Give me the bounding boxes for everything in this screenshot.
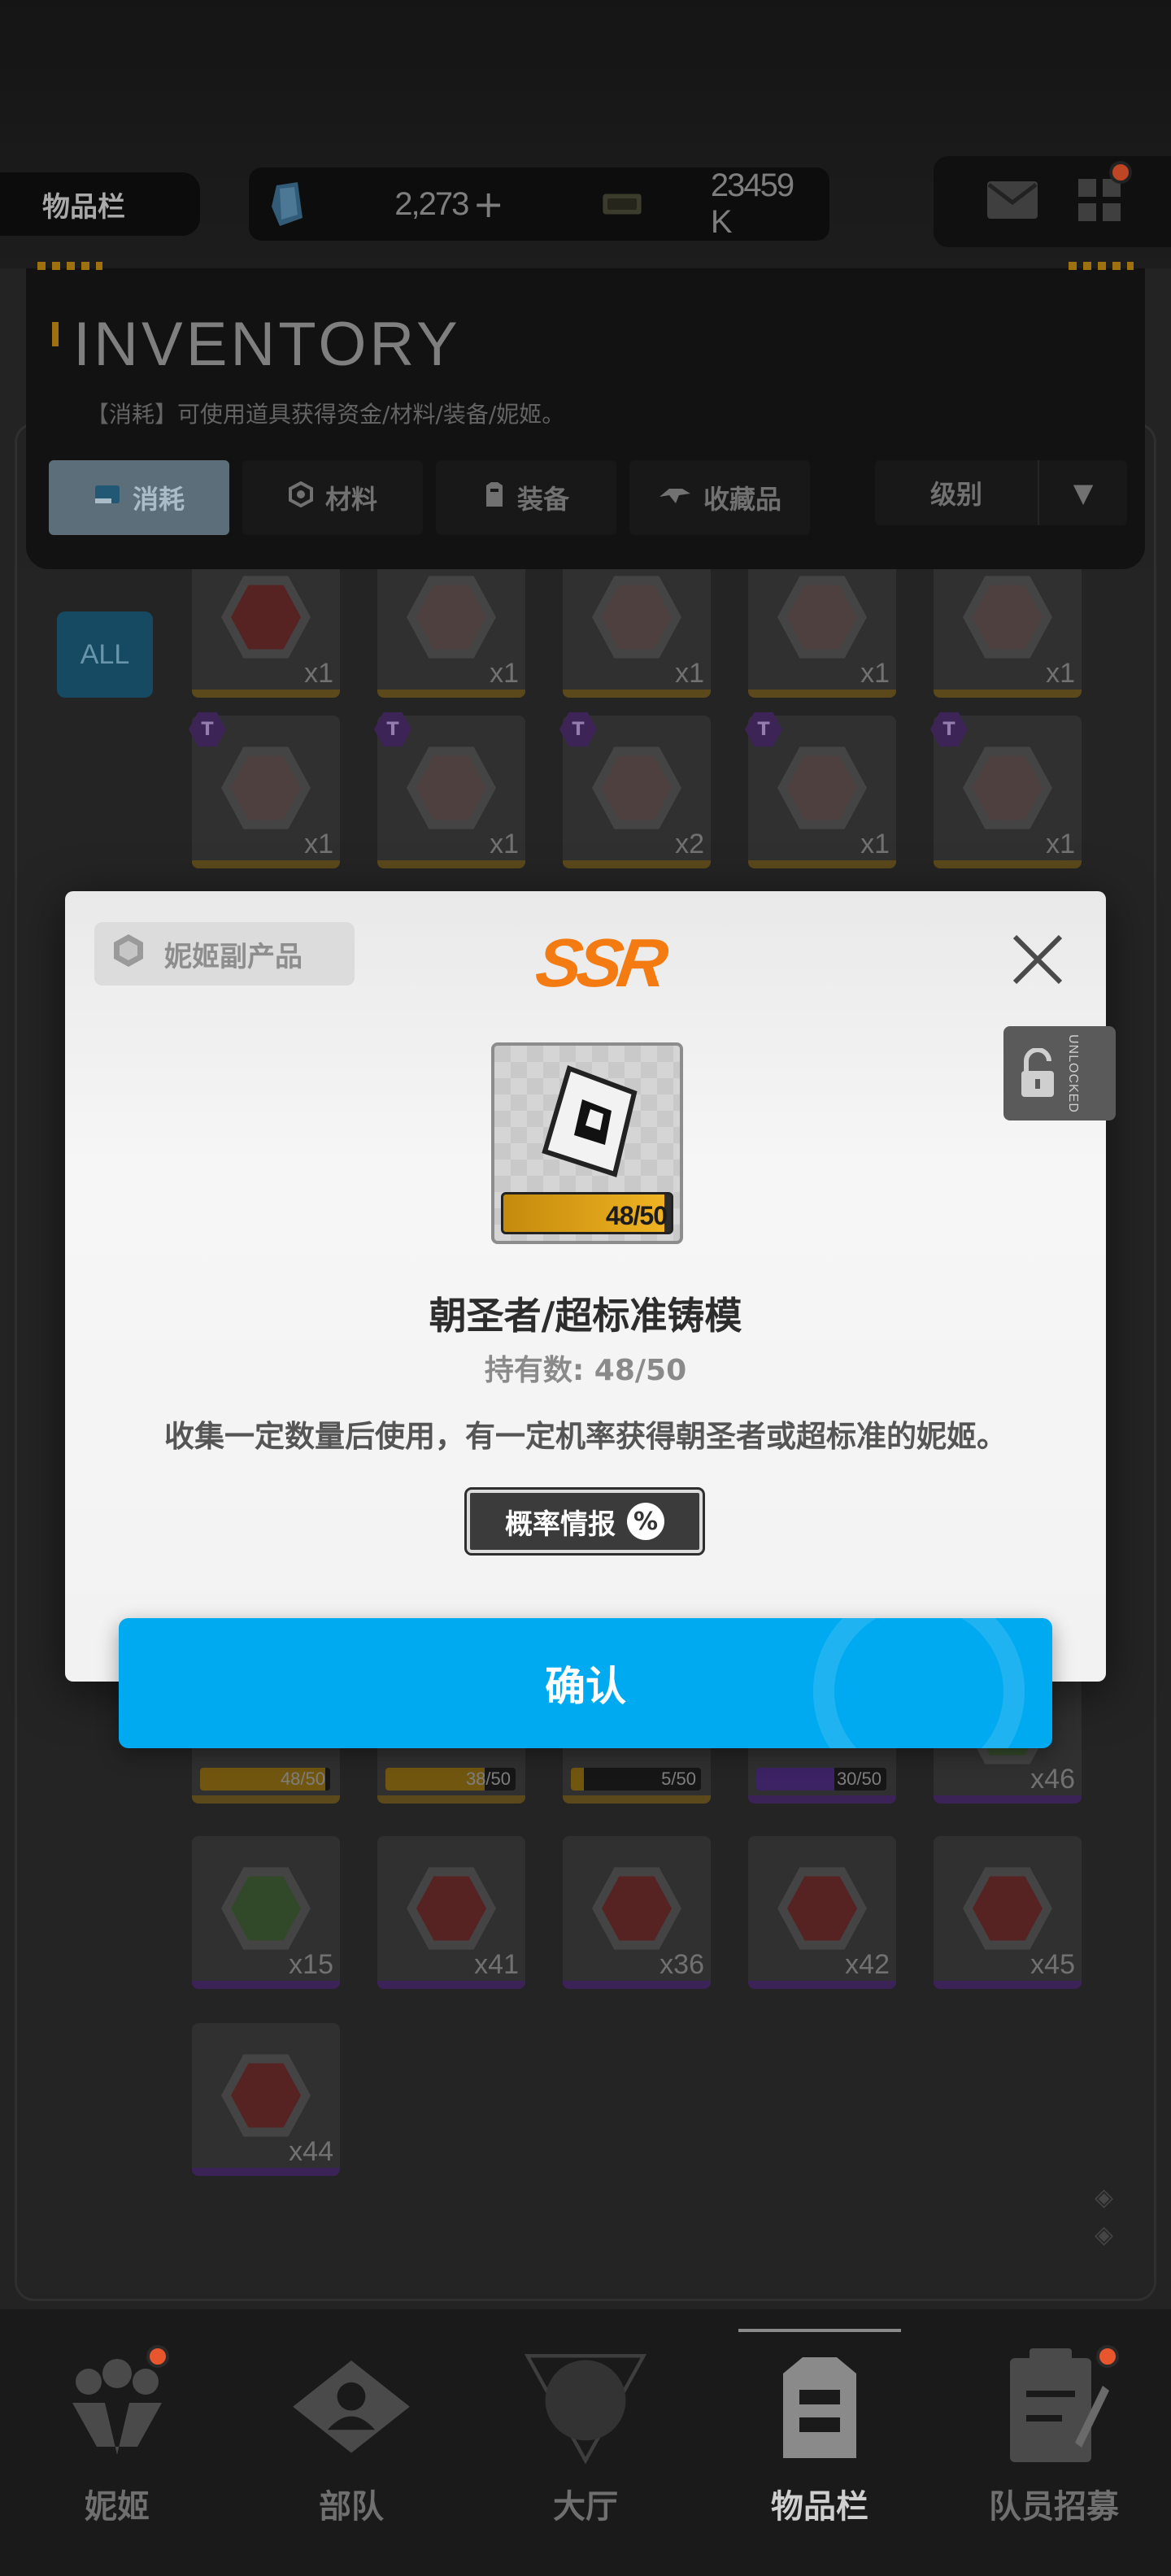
unlock-icon [1021, 1048, 1054, 1097]
nav-lobby[interactable]: 大厅 [468, 2309, 703, 2576]
unlock-status: UNLOCKED [1066, 1033, 1080, 1113]
squad-icon [290, 2345, 412, 2467]
notification-dot [1096, 2345, 1119, 2368]
logo-deco [813, 1618, 1025, 1748]
close-button[interactable] [1007, 929, 1069, 990]
hexagon-icon [111, 933, 146, 976]
probability-info-button[interactable]: 概率情报 % [464, 1487, 705, 1556]
item-name: 朝圣者/超标准铸模 [429, 1294, 742, 1338]
item-description: 收集一定数量后使用，有一定机率获得朝圣者或超标准的妮姬。 [164, 1419, 1007, 1454]
bottom-nav: 妮姬 部队 大厅 物品栏 队员招募 [0, 2309, 1171, 2576]
lock-toggle[interactable]: UNLOCKED [1003, 1026, 1116, 1120]
nav-squad[interactable]: 部队 [234, 2309, 468, 2576]
nav-inventory[interactable]: 物品栏 [703, 2309, 937, 2576]
notification-dot [146, 2345, 169, 2368]
rarity-label: SSR [531, 925, 668, 1001]
recruit-icon [993, 2345, 1115, 2467]
confirm-button[interactable]: 确认 [119, 1618, 1052, 1748]
close-icon [1012, 934, 1063, 985]
nav-nikke[interactable]: 妮姬 [0, 2309, 234, 2576]
lobby-icon [525, 2345, 646, 2467]
item-category-tag: 妮姬副产品 [94, 922, 355, 986]
item-card: 48/50 [491, 1042, 683, 1244]
item-detail-modal: 妮姬副产品 SSR 48/50 朝圣者/超标准铸模 持有数: 48/50 收集一… [65, 891, 1106, 1682]
nav-recruit[interactable]: 队员招募 [937, 2309, 1171, 2576]
owned-count: 持有数: 48/50 [484, 1354, 687, 1387]
item-count: 48/50 [605, 1201, 668, 1230]
mold-icon [542, 1065, 638, 1177]
percent-icon: % [627, 1503, 664, 1540]
inventory-icon [759, 2345, 881, 2467]
